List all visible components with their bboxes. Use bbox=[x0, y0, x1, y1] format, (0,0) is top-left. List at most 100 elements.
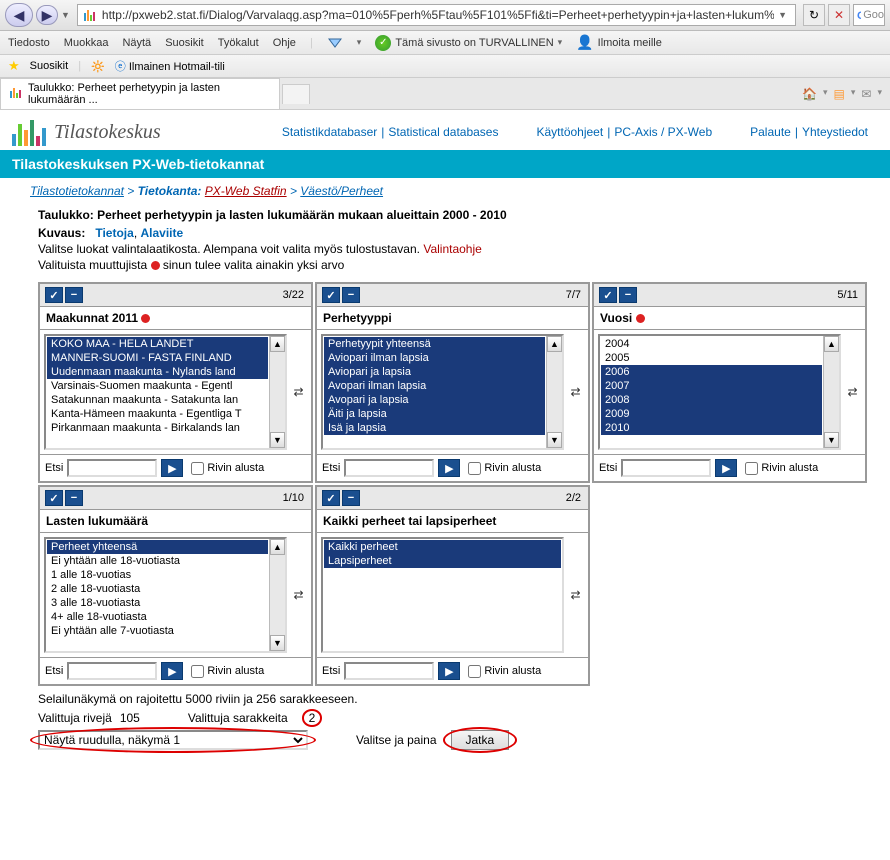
crumb-db[interactable]: PX-Web Statfin bbox=[205, 184, 287, 198]
list-item[interactable]: 2010 bbox=[601, 421, 822, 435]
list-item[interactable]: Uudenmaan maakunta - Nylands land bbox=[47, 365, 268, 379]
search-go-button[interactable]: ▶ bbox=[161, 459, 183, 477]
values-listbox[interactable]: Perhetyypit yhteensäAviopari ilman lapsi… bbox=[321, 334, 564, 450]
list-item[interactable]: 2004 bbox=[601, 337, 822, 351]
address-bar[interactable]: ▼ bbox=[77, 4, 796, 26]
deselect-all-button[interactable]: − bbox=[65, 490, 83, 506]
list-item[interactable]: Varsinais-Suomen maakunta - Egentl bbox=[47, 379, 268, 393]
link-valintaohje[interactable]: Valintaohje bbox=[423, 242, 482, 256]
list-item[interactable]: Äiti ja lapsia bbox=[324, 407, 545, 421]
stop-button[interactable]: ✕ bbox=[828, 4, 850, 26]
link-yhteystiedot[interactable]: Yhteystiedot bbox=[802, 125, 868, 139]
scrollbar[interactable]: ▲▼ bbox=[269, 539, 285, 651]
list-item[interactable]: 2008 bbox=[601, 393, 822, 407]
search-input[interactable] bbox=[67, 459, 157, 477]
row-start-checkbox[interactable] bbox=[468, 462, 481, 475]
link-pcaxis[interactable]: PC-Axis / PX-Web bbox=[614, 125, 712, 139]
scroll-up-icon[interactable]: ▲ bbox=[547, 336, 562, 352]
swap-icon[interactable]: ⇄ bbox=[287, 588, 307, 602]
swap-icon[interactable]: ⇄ bbox=[564, 385, 584, 399]
link-statistikdatabaser[interactable]: Statistikdatabaser bbox=[282, 125, 377, 139]
view-mode-select[interactable]: Näytä ruudulla, näkymä 1 bbox=[38, 730, 308, 750]
scroll-up-icon[interactable]: ▲ bbox=[824, 336, 839, 352]
link-kayttoohjeet[interactable]: Käyttöohjeet bbox=[536, 125, 603, 139]
row-start-checkbox[interactable] bbox=[468, 665, 481, 678]
crumb-path[interactable]: Väestö/Perheet bbox=[300, 184, 383, 198]
toolbar-extra-icon[interactable] bbox=[327, 35, 343, 51]
menu-tools[interactable]: Työkalut bbox=[218, 37, 259, 49]
link-palaute[interactable]: Palaute bbox=[750, 125, 791, 139]
list-item[interactable]: 2005 bbox=[601, 351, 822, 365]
list-item[interactable]: 2006 bbox=[601, 365, 822, 379]
scroll-up-icon[interactable]: ▲ bbox=[270, 539, 285, 555]
link-tietoja[interactable]: Tietoja bbox=[95, 226, 133, 240]
row-start-checkbox-label[interactable]: Rivin alusta bbox=[191, 462, 264, 475]
select-all-button[interactable]: ✓ bbox=[45, 287, 63, 303]
url-input[interactable] bbox=[102, 8, 774, 22]
deselect-all-button[interactable]: − bbox=[342, 490, 360, 506]
list-item[interactable]: 2009 bbox=[601, 407, 822, 421]
list-item[interactable]: Ei yhtään alle 7-vuotiasta bbox=[47, 624, 268, 638]
list-item[interactable]: Perheet yhteensä bbox=[47, 540, 268, 554]
search-go-button[interactable]: ▶ bbox=[161, 662, 183, 680]
menu-file[interactable]: Tiedosto bbox=[8, 37, 50, 49]
forward-button[interactable]: ▶ bbox=[36, 5, 58, 25]
hotmail-link[interactable]: ⓔ Ilmainen Hotmail-tili bbox=[115, 58, 225, 74]
list-item[interactable]: 1 alle 18-vuotias bbox=[47, 568, 268, 582]
scrollbar[interactable]: ▲▼ bbox=[823, 336, 839, 448]
list-item[interactable]: Avopari ja lapsia bbox=[324, 393, 545, 407]
search-box[interactable]: G Goo bbox=[853, 4, 885, 26]
menu-edit[interactable]: Muokkaa bbox=[64, 37, 109, 49]
scrollbar[interactable]: ▲▼ bbox=[546, 336, 562, 448]
list-item[interactable]: Aviopari ja lapsia bbox=[324, 365, 545, 379]
row-start-checkbox-label[interactable]: Rivin alusta bbox=[745, 462, 818, 475]
search-input[interactable] bbox=[621, 459, 711, 477]
deselect-all-button[interactable]: − bbox=[65, 287, 83, 303]
swap-icon[interactable]: ⇄ bbox=[287, 385, 307, 399]
values-listbox[interactable]: Kaikki perheetLapsiperheet bbox=[321, 537, 564, 653]
list-item[interactable]: Lapsiperheet bbox=[324, 554, 561, 568]
select-all-button[interactable]: ✓ bbox=[322, 490, 340, 506]
scroll-down-icon[interactable]: ▼ bbox=[270, 635, 285, 651]
list-item[interactable]: 3 alle 18-vuotiasta bbox=[47, 596, 268, 610]
list-item[interactable]: 4+ alle 18-vuotiasta bbox=[47, 610, 268, 624]
list-item[interactable]: KOKO MAA - HELA LANDET bbox=[47, 337, 268, 351]
list-item[interactable]: Satakunnan maakunta - Satakunta lan bbox=[47, 393, 268, 407]
swap-icon[interactable]: ⇄ bbox=[841, 385, 861, 399]
values-listbox[interactable]: 2004200520062007200820092010▲▼ bbox=[598, 334, 841, 450]
tab-active[interactable]: Taulukko: Perheet perhetyypin ja lasten … bbox=[0, 78, 280, 109]
row-start-checkbox[interactable] bbox=[745, 462, 758, 475]
list-item[interactable]: Kaikki perheet bbox=[324, 540, 561, 554]
row-start-checkbox-label[interactable]: Rivin alusta bbox=[468, 462, 541, 475]
list-item[interactable]: 2007 bbox=[601, 379, 822, 393]
select-all-button[interactable]: ✓ bbox=[599, 287, 617, 303]
search-input[interactable] bbox=[67, 662, 157, 680]
continue-button[interactable]: Jatka bbox=[451, 730, 510, 750]
list-item[interactable]: Perhetyypit yhteensä bbox=[324, 337, 545, 351]
menu-view[interactable]: Näytä bbox=[122, 37, 151, 49]
list-item[interactable]: MANNER-SUOMI - FASTA FINLAND bbox=[47, 351, 268, 365]
refresh-button[interactable]: ↻ bbox=[803, 4, 825, 26]
scroll-down-icon[interactable]: ▼ bbox=[824, 432, 839, 448]
row-start-checkbox-label[interactable]: Rivin alusta bbox=[191, 665, 264, 678]
search-go-button[interactable]: ▶ bbox=[438, 662, 460, 680]
scroll-down-icon[interactable]: ▼ bbox=[270, 432, 285, 448]
list-item[interactable]: 2 alle 18-vuotiasta bbox=[47, 582, 268, 596]
menu-help[interactable]: Ohje bbox=[273, 37, 296, 49]
mail-icon[interactable]: ✉ bbox=[861, 87, 871, 101]
deselect-all-button[interactable]: − bbox=[342, 287, 360, 303]
deselect-all-button[interactable]: − bbox=[619, 287, 637, 303]
crumb-root[interactable]: Tilastotietokannat bbox=[30, 184, 124, 198]
row-start-checkbox[interactable] bbox=[191, 665, 204, 678]
feeds-icon[interactable]: ▤ bbox=[834, 87, 845, 101]
row-start-checkbox-label[interactable]: Rivin alusta bbox=[468, 665, 541, 678]
suggested-sites-icon[interactable]: 🔆 bbox=[91, 60, 105, 73]
list-item[interactable]: Pirkanmaan maakunta - Birkalands lan bbox=[47, 421, 268, 435]
menu-favorites[interactable]: Suosikit bbox=[165, 37, 204, 49]
search-input[interactable] bbox=[344, 459, 434, 477]
search-input[interactable] bbox=[344, 662, 434, 680]
select-all-button[interactable]: ✓ bbox=[45, 490, 63, 506]
report-button[interactable]: 👤 Ilmoita meille bbox=[576, 34, 662, 51]
list-item[interactable]: Kanta-Hämeen maakunta - Egentliga T bbox=[47, 407, 268, 421]
home-icon[interactable]: 🏠 bbox=[802, 87, 817, 101]
